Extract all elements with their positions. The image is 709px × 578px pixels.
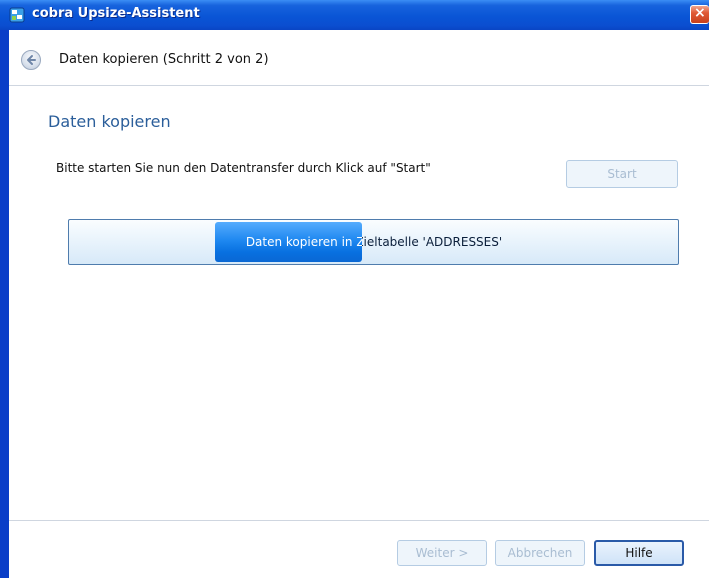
section-title: Daten kopieren (48, 112, 171, 131)
app-window: cobra Upsize-Assistent × Daten kopieren … (0, 0, 709, 578)
title-bar[interactable]: cobra Upsize-Assistent × (0, 0, 709, 30)
wizard-header: Daten kopieren (Schritt 2 von 2) (9, 30, 709, 86)
progress-label-highlight: Daten kopieren in Zieltabelle 'ADDRESSES… (245, 235, 362, 249)
progress-label: Daten kopieren in Zieltabelle 'ADDRESSES… (244, 235, 503, 249)
progress-bar: Daten kopieren in Zieltabelle 'ADDRESSES… (68, 219, 679, 265)
help-button[interactable]: Hilfe (594, 540, 684, 566)
progress-fill: Daten kopieren in Zieltabelle 'ADDRESSES… (215, 222, 362, 262)
close-button[interactable]: × (690, 5, 709, 24)
wizard-footer: Weiter > Abbrechen Hilfe (9, 520, 709, 578)
instruction-text: Bitte starten Sie nun den Datentransfer … (56, 161, 431, 175)
step-title: Daten kopieren (Schritt 2 von 2) (59, 52, 269, 67)
start-button[interactable]: Start (566, 160, 678, 188)
close-icon: × (694, 5, 706, 21)
cancel-button[interactable]: Abbrechen (495, 540, 585, 566)
back-arrow-icon (27, 55, 36, 65)
window-title: cobra Upsize-Assistent (32, 6, 200, 21)
next-button[interactable]: Weiter > (397, 540, 487, 566)
app-icon (9, 7, 25, 23)
wizard-client-area: Daten kopieren (Schritt 2 von 2) Daten k… (9, 30, 709, 578)
back-button[interactable] (21, 50, 41, 70)
